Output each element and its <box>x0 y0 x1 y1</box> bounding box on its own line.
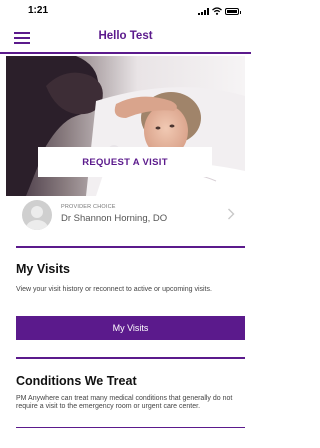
my-visits-button[interactable]: My Visits <box>16 316 245 340</box>
person-icon <box>26 206 48 230</box>
app-screen: 1:21 Hello Test REQUEST A VISIT PROVIDER… <box>0 0 251 448</box>
divider <box>16 357 245 359</box>
divider <box>16 427 245 428</box>
avatar <box>22 200 52 230</box>
provider-label: PROVIDER CHOICE <box>61 204 116 210</box>
provider-name: Dr Shannon Horning, DO <box>61 213 168 224</box>
nav-bar: Hello Test <box>0 22 251 54</box>
wifi-icon <box>212 7 222 15</box>
signal-icon <box>198 8 209 15</box>
battery-icon <box>225 8 241 15</box>
page-title: Hello Test <box>98 30 153 42</box>
divider <box>16 246 245 248</box>
provider-card[interactable]: PROVIDER CHOICE Dr Shannon Horning, DO <box>6 196 245 234</box>
chevron-right-icon <box>228 208 235 220</box>
my-visits-description: View your visit history or reconnect to … <box>16 286 212 293</box>
status-time: 1:21 <box>28 5 49 16</box>
conditions-description: PM Anywhere can treat many medical condi… <box>16 395 233 410</box>
conditions-title: Conditions We Treat <box>16 374 137 388</box>
request-visit-button[interactable]: REQUEST A VISIT <box>38 147 212 177</box>
my-visits-title: My Visits <box>16 262 70 276</box>
status-bar: 1:21 <box>0 0 251 22</box>
status-icons <box>198 7 241 15</box>
